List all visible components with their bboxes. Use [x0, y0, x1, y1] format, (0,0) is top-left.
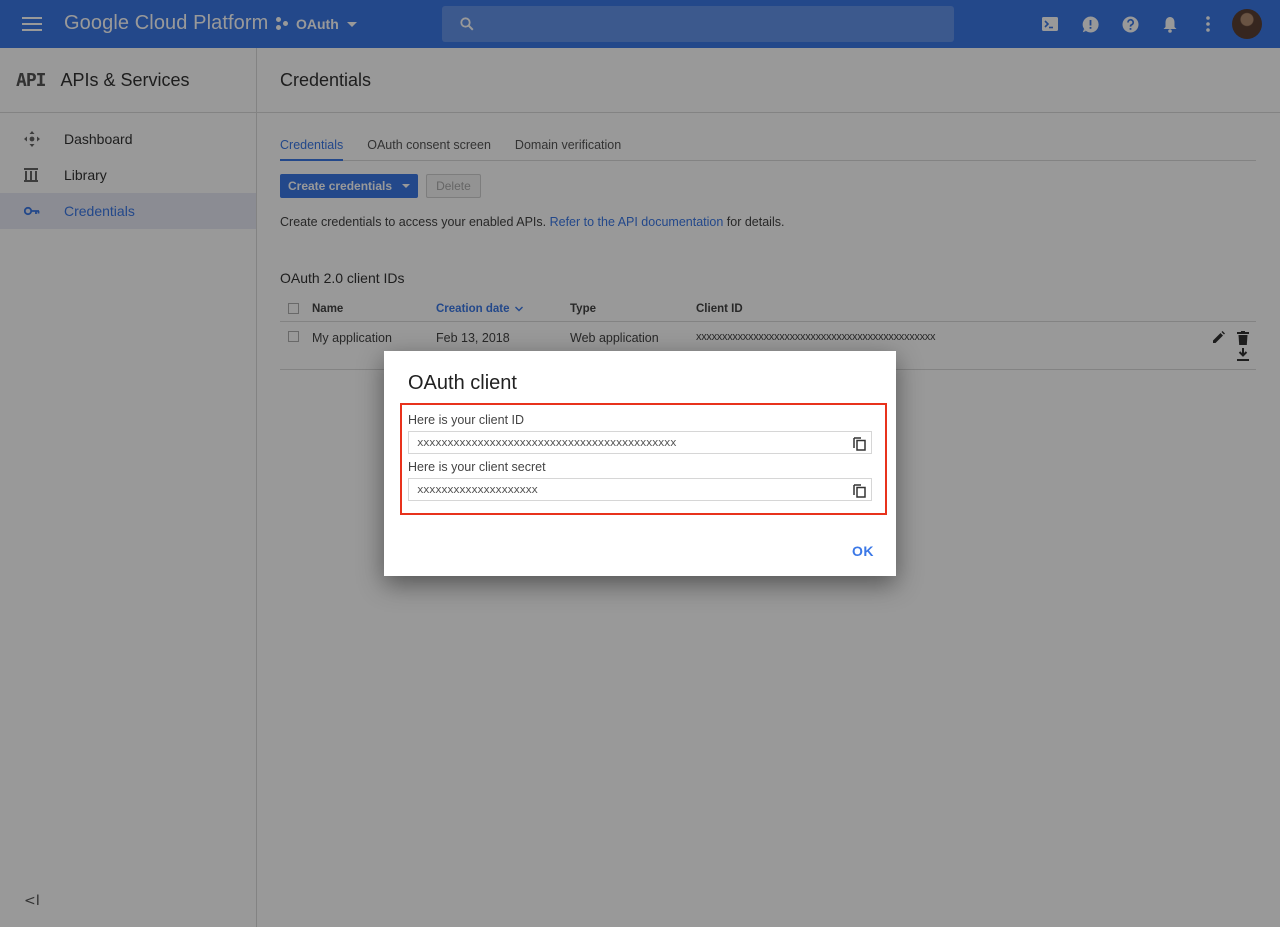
dialog-title: OAuth client	[408, 372, 517, 394]
ok-button[interactable]: OK	[852, 543, 874, 559]
client-secret-value[interactable]: xxxxxxxxxxxxxxxxxxxx	[417, 483, 538, 496]
client-id-value[interactable]: xxxxxxxxxxxxxxxxxxxxxxxxxxxxxxxxxxxxxxxx…	[417, 436, 677, 449]
oauth-client-dialog: OAuth client Here is your client ID xxxx…	[384, 351, 896, 576]
copy-client-id-icon[interactable]	[852, 435, 868, 451]
copy-client-secret-icon[interactable]	[852, 482, 868, 498]
client-secret-label: Here is your client secret	[408, 460, 546, 474]
client-secret-field[interactable]: xxxxxxxxxxxxxxxxxxxx	[408, 478, 872, 501]
client-id-label: Here is your client ID	[408, 413, 525, 427]
client-id-field[interactable]: xxxxxxxxxxxxxxxxxxxxxxxxxxxxxxxxxxxxxxxx…	[408, 431, 872, 454]
